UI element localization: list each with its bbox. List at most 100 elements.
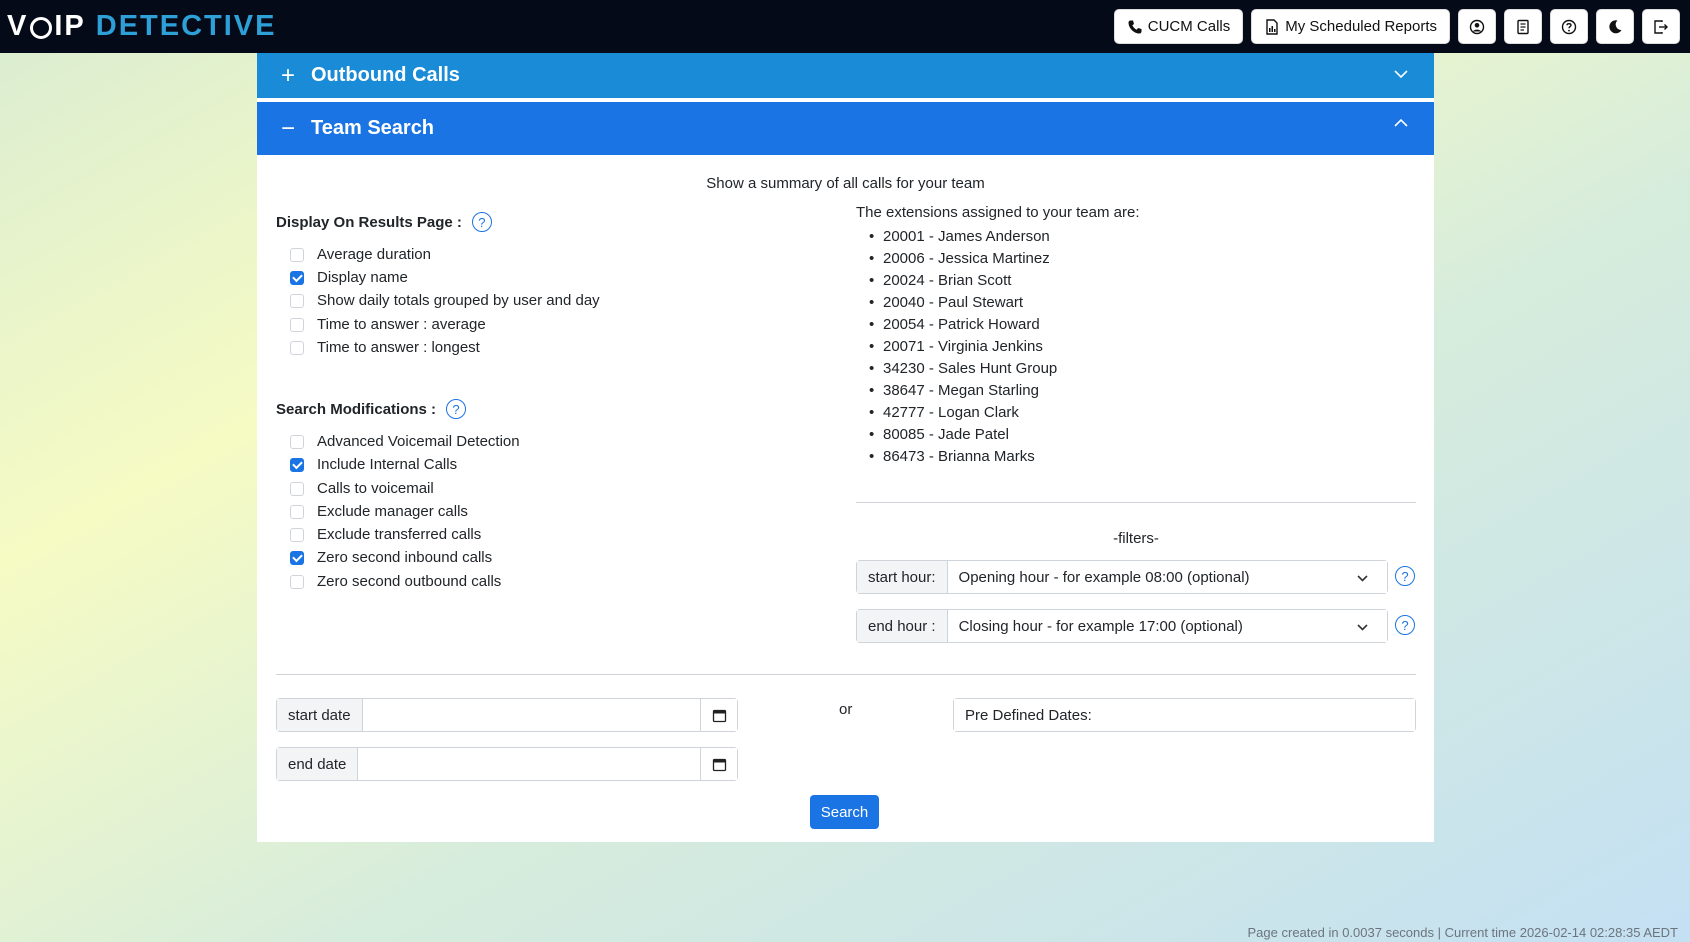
cucm-calls-label: CUCM Calls [1147, 18, 1231, 35]
checkbox-checked[interactable] [290, 550, 304, 565]
checkbox-zero-second-inbound[interactable]: Zero second inbound calls [290, 549, 492, 566]
extension-item: 34230 - Sales Hunt Group [869, 358, 1057, 380]
end-hour-label: end hour : [857, 610, 948, 642]
predefined-dates-text[interactable]: Pre Defined Dates: [954, 699, 1415, 731]
checkbox-checked[interactable] [290, 270, 304, 285]
display-section-label: Display On Results Page : [276, 213, 462, 231]
checkbox-daily-totals[interactable]: Show daily totals grouped by user and da… [290, 292, 600, 309]
checkbox[interactable] [290, 434, 304, 449]
or-label: or [839, 701, 853, 718]
calendar-icon [712, 709, 726, 722]
checkbox-checked[interactable] [290, 457, 304, 472]
predefined-dates-select[interactable]: Pre Defined Dates: [953, 698, 1416, 732]
checkbox-include-internal[interactable]: Include Internal Calls [290, 456, 457, 473]
logout-icon [1654, 19, 1668, 34]
help-button[interactable] [1550, 9, 1588, 44]
end-hour-text: Closing hour - for example 17:00 (option… [958, 617, 1243, 635]
main-card: + Outbound Calls − Team Search Show a su… [257, 53, 1434, 842]
logo-o-icon [30, 16, 53, 39]
chevron-down-icon [1394, 70, 1408, 79]
checkbox-label: Exclude transferred calls [317, 526, 482, 543]
checkbox-label: Show daily totals grouped by user and da… [317, 292, 600, 309]
chevron-down-icon [1357, 575, 1368, 582]
help-circle-icon[interactable]: ? [1395, 615, 1415, 635]
navbar-actions: CUCM Calls My Scheduled Reports [1113, 9, 1680, 44]
team-search-subtitle: Show a summary of all calls for your tea… [706, 175, 985, 192]
end-hour-select[interactable]: end hour : Closing hour - for example 17… [856, 609, 1388, 643]
checkbox[interactable] [290, 317, 304, 332]
top-navbar: V IP DETECTIVE CUCM Calls My Scheduled Re… [0, 0, 1690, 53]
moon-icon [1609, 19, 1622, 33]
help-circle-icon[interactable]: ? [471, 212, 492, 232]
checkbox-average-duration[interactable]: Average duration [290, 246, 431, 263]
start-date-input[interactable] [362, 699, 700, 731]
checkbox-exclude-transferred[interactable]: Exclude transferred calls [290, 526, 481, 543]
start-hour-value[interactable]: Opening hour - for example 08:00 (option… [947, 561, 1387, 593]
help-circle-icon[interactable]: ? [1395, 566, 1415, 586]
end-date-label: end date [277, 748, 359, 780]
extensions-title: The extensions assigned to your team are… [856, 204, 1140, 221]
end-date-input[interactable] [358, 748, 700, 780]
checkbox[interactable] [290, 247, 304, 262]
end-date-field[interactable]: end date [276, 747, 738, 781]
checkbox-advanced-voicemail[interactable]: Advanced Voicemail Detection [290, 433, 520, 450]
report-file-icon [1266, 18, 1278, 35]
modifications-section-title: Search Modifications : ? [276, 399, 467, 419]
checkbox[interactable] [290, 527, 304, 542]
modifications-section-label: Search Modifications : [276, 400, 437, 418]
checkbox-label: Include Internal Calls [317, 456, 458, 473]
checkbox-time-to-answer-average[interactable]: Time to answer : average [290, 316, 486, 333]
checkbox-display-name[interactable]: Display name [290, 269, 408, 286]
start-date-field[interactable]: start date [276, 698, 738, 732]
checkbox[interactable] [290, 574, 304, 589]
checkbox-zero-second-outbound[interactable]: Zero second outbound calls [290, 573, 501, 590]
extension-item: 38647 - Megan Starling [869, 380, 1057, 402]
document-icon [1517, 19, 1529, 34]
accordion-title: Team Search [311, 117, 435, 139]
logo-text-v: V [7, 10, 29, 42]
checkbox-label: Calls to voicemail [317, 480, 434, 497]
scheduled-reports-button[interactable]: My Scheduled Reports [1251, 9, 1450, 44]
extension-item: 20001 - James Anderson [869, 226, 1057, 248]
start-hour-text: Opening hour - for example 08:00 (option… [958, 568, 1250, 586]
accordion-outbound-calls[interactable]: + Outbound Calls [257, 53, 1434, 98]
checkbox-label: Display name [317, 269, 408, 286]
voip-detective-logo[interactable]: V IP DETECTIVE [7, 10, 277, 43]
checkbox-label: Time to answer : average [317, 316, 486, 333]
checkbox[interactable] [290, 481, 304, 496]
checkbox-label: Advanced Voicemail Detection [317, 433, 520, 450]
start-date-calendar-button[interactable] [700, 699, 737, 731]
checkbox-exclude-manager[interactable]: Exclude manager calls [290, 503, 468, 520]
start-date-label: start date [277, 699, 363, 731]
checkbox[interactable] [290, 293, 304, 308]
user-profile-button[interactable] [1458, 9, 1496, 44]
extension-item: 20071 - Virginia Jenkins [869, 336, 1057, 358]
phone-icon [1128, 20, 1142, 33]
end-hour-value[interactable]: Closing hour - for example 17:00 (option… [947, 610, 1387, 642]
cucm-calls-button[interactable]: CUCM Calls [1113, 9, 1244, 44]
checkbox-label: Time to answer : longest [317, 339, 480, 356]
accordion-team-search[interactable]: − Team Search [257, 102, 1434, 155]
logout-button[interactable] [1642, 9, 1680, 44]
collapse-icon: − [281, 114, 296, 142]
extensions-list: 20001 - James Anderson 20006 - Jessica M… [869, 226, 1057, 468]
dark-mode-toggle[interactable] [1596, 9, 1634, 44]
documents-button[interactable] [1504, 9, 1542, 44]
checkbox[interactable] [290, 340, 304, 355]
search-button[interactable]: Search [810, 795, 879, 829]
accordion-title: Outbound Calls [311, 64, 460, 86]
checkbox-label: Zero second inbound calls [317, 549, 493, 566]
dates-divider [276, 674, 1416, 675]
checkbox-label: Zero second outbound calls [317, 573, 502, 590]
help-circle-icon[interactable]: ? [446, 399, 467, 419]
extension-item: 20054 - Patrick Howard [869, 314, 1057, 336]
end-date-calendar-button[interactable] [700, 748, 737, 780]
start-hour-select[interactable]: start hour: Opening hour - for example 0… [856, 560, 1388, 594]
extension-item: 86473 - Brianna Marks [869, 446, 1057, 468]
logo-text-ip: IP [54, 10, 86, 42]
checkbox[interactable] [290, 504, 304, 519]
help-icon [1561, 19, 1577, 34]
checkbox-label: Average duration [317, 246, 431, 263]
checkbox-time-to-answer-longest[interactable]: Time to answer : longest [290, 339, 480, 356]
checkbox-calls-to-voicemail[interactable]: Calls to voicemail [290, 480, 434, 497]
